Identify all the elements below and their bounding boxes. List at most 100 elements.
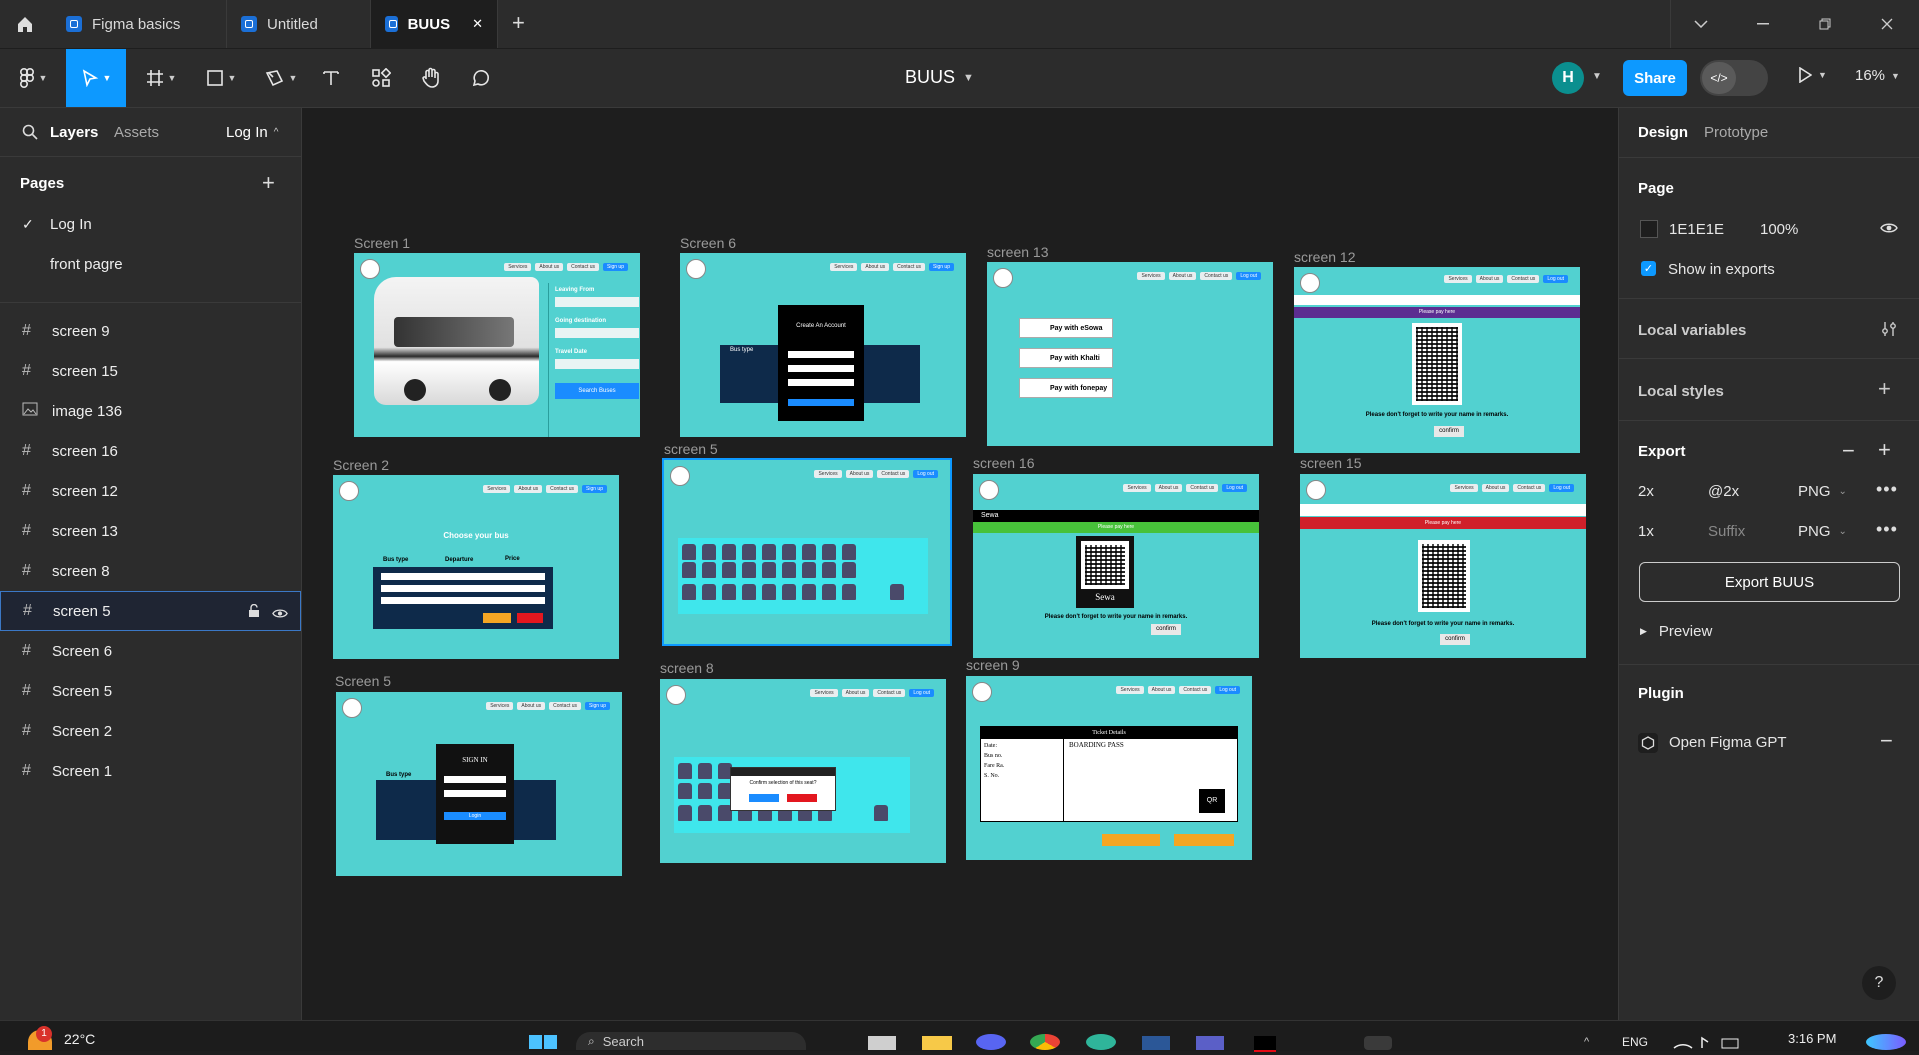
preview-toggle[interactable]: ▶ Preview bbox=[1640, 623, 1712, 640]
layer-item[interactable]: # Screen 5 bbox=[0, 671, 301, 711]
frame-screen-13[interactable]: Services About us Contact us Log out Pay wi… bbox=[987, 262, 1273, 446]
dev-mode-toggle[interactable]: </> bbox=[1700, 60, 1768, 96]
zoom-menu[interactable]: 16% ▼ bbox=[1855, 67, 1900, 84]
window-close-icon[interactable] bbox=[1856, 0, 1918, 48]
frame-screen-15[interactable]: Services About us Contact us Log out Please… bbox=[1300, 474, 1586, 658]
current-page-menu[interactable]: Log In ^ bbox=[226, 124, 278, 141]
frame-screen-5-selected[interactable]: Services About us Contact us Log out bbox=[662, 458, 952, 646]
export-suffix[interactable]: @2x bbox=[1708, 483, 1739, 500]
variables-icon[interactable] bbox=[1880, 320, 1898, 343]
page-color-value[interactable]: 1E1E1E bbox=[1669, 221, 1724, 238]
export-format-select[interactable]: PNG ⌄ bbox=[1798, 523, 1847, 540]
page-item-log-in[interactable]: ✓ Log In bbox=[0, 204, 301, 244]
wifi-icon[interactable] bbox=[1672, 1034, 1742, 1050]
frame-label[interactable]: screen 5 bbox=[664, 441, 718, 457]
tab-untitled[interactable]: Untitled bbox=[227, 0, 371, 48]
hand-tool-button[interactable] bbox=[416, 49, 446, 107]
add-export-icon[interactable]: + bbox=[1878, 437, 1891, 463]
figma-taskbar-icon[interactable] bbox=[1364, 1036, 1392, 1050]
word-icon[interactable] bbox=[1142, 1036, 1170, 1050]
page-opacity-value[interactable]: 100% bbox=[1760, 221, 1798, 238]
export-suffix[interactable]: Suffix bbox=[1708, 523, 1745, 540]
file-name-menu[interactable]: BUUS ▼ bbox=[905, 67, 974, 88]
discord-icon[interactable] bbox=[976, 1034, 1006, 1050]
frame-screen-8[interactable]: Services About us Contact us Log out Confir… bbox=[660, 679, 946, 863]
teams-icon[interactable] bbox=[1196, 1036, 1224, 1050]
layer-item[interactable]: # screen 9 bbox=[0, 311, 301, 351]
add-style-icon[interactable]: + bbox=[1878, 376, 1891, 402]
new-tab-icon[interactable]: + bbox=[512, 10, 525, 36]
clock[interactable]: 3:16 PM bbox=[1788, 1031, 1836, 1046]
layer-item[interactable]: image 136 bbox=[0, 391, 301, 431]
frame-label[interactable]: screen 8 bbox=[660, 660, 714, 676]
layer-item[interactable]: # screen 15 bbox=[0, 351, 301, 391]
windows-start-icon[interactable] bbox=[528, 1034, 558, 1050]
frame-label[interactable]: screen 13 bbox=[987, 244, 1048, 260]
remove-plugin-icon[interactable]: − bbox=[1880, 728, 1893, 754]
layer-item[interactable]: # screen 5 bbox=[0, 591, 301, 631]
tab-figma-basics[interactable]: Figma basics bbox=[52, 0, 227, 48]
eye-icon[interactable] bbox=[272, 606, 288, 623]
chevron-up-icon[interactable]: ^ bbox=[1584, 1036, 1589, 1048]
tab-design[interactable]: Design bbox=[1638, 124, 1688, 141]
frame-label[interactable]: Screen 1 bbox=[354, 235, 410, 251]
close-icon[interactable]: ✕ bbox=[472, 16, 483, 32]
more-options-icon[interactable]: ••• bbox=[1876, 479, 1898, 500]
minimize-icon[interactable] bbox=[1732, 0, 1794, 48]
home-icon[interactable] bbox=[0, 0, 50, 48]
tab-prototype[interactable]: Prototype bbox=[1704, 124, 1768, 141]
frame-screen-6[interactable]: Services About us Contact us Sign up Bus ty… bbox=[680, 253, 966, 437]
frame-label[interactable]: Screen 6 bbox=[680, 235, 736, 251]
resources-button[interactable] bbox=[366, 49, 396, 107]
frame-screen-12[interactable]: Services About us Contact us Log out Please… bbox=[1294, 267, 1580, 453]
layer-item[interactable]: # Screen 1 bbox=[0, 751, 301, 791]
frame-label[interactable]: screen 15 bbox=[1300, 455, 1361, 471]
page-color-swatch[interactable] bbox=[1640, 220, 1658, 238]
add-page-icon[interactable]: + bbox=[262, 170, 275, 196]
layer-item[interactable]: # Screen 6 bbox=[0, 631, 301, 671]
tab-assets[interactable]: Assets bbox=[114, 124, 159, 141]
move-tool-button[interactable]: ▼ bbox=[66, 49, 126, 107]
task-view-icon[interactable] bbox=[868, 1036, 896, 1050]
local-variables-heading[interactable]: Local variables bbox=[1638, 322, 1746, 339]
text-tool-button[interactable] bbox=[316, 49, 346, 107]
more-options-icon[interactable]: ••• bbox=[1876, 519, 1898, 540]
frame-screen-2[interactable]: Services About us Contact us Sign up Choose… bbox=[333, 475, 619, 659]
present-button[interactable]: ▼ bbox=[1798, 67, 1827, 83]
shape-tool-button[interactable]: ▼ bbox=[198, 49, 244, 107]
comment-tool-button[interactable] bbox=[466, 49, 496, 107]
avatar[interactable]: H bbox=[1552, 62, 1584, 94]
frame-screen-1[interactable]: Services About us Contact us Sign up Leavin… bbox=[354, 253, 640, 437]
tab-layers[interactable]: Layers bbox=[50, 124, 98, 141]
chevron-down-icon[interactable]: ▼ bbox=[1592, 71, 1602, 82]
layer-item[interactable]: # screen 16 bbox=[0, 431, 301, 471]
main-menu-button[interactable]: ▼ bbox=[10, 49, 56, 107]
language-indicator[interactable]: ENG bbox=[1622, 1035, 1648, 1049]
taskbar-search[interactable]: ⌕ Search bbox=[576, 1032, 806, 1050]
frame-screen-16[interactable]: Services About us Contact us Log out Sewa P… bbox=[973, 474, 1259, 658]
chrome-icon[interactable] bbox=[1030, 1034, 1060, 1050]
pen-tool-button[interactable]: ▼ bbox=[258, 49, 304, 107]
unlock-icon[interactable] bbox=[248, 603, 260, 622]
search-icon[interactable] bbox=[22, 124, 38, 145]
export-format-select[interactable]: PNG ⌄ bbox=[1798, 483, 1847, 500]
frame-label[interactable]: Screen 2 bbox=[333, 457, 389, 473]
export-button[interactable]: Export BUUS bbox=[1639, 562, 1900, 602]
edge-icon[interactable] bbox=[1086, 1034, 1116, 1050]
chevron-down-icon[interactable] bbox=[1670, 0, 1732, 48]
help-button[interactable]: ? bbox=[1862, 966, 1896, 1000]
remove-export-icon[interactable]: − bbox=[1842, 438, 1855, 464]
eye-icon[interactable] bbox=[1880, 221, 1898, 239]
frame-label[interactable]: screen 12 bbox=[1294, 249, 1355, 265]
frame-label[interactable]: screen 16 bbox=[973, 455, 1034, 471]
frame-label[interactable]: Screen 5 bbox=[335, 673, 391, 689]
show-in-exports-checkbox[interactable]: ✓ bbox=[1641, 261, 1656, 276]
restore-icon[interactable] bbox=[1794, 0, 1856, 48]
frame-screen-9[interactable]: Services About us Contact us Log out Ticket… bbox=[966, 676, 1252, 860]
share-button[interactable]: Share bbox=[1623, 60, 1687, 96]
layer-item[interactable]: # Screen 2 bbox=[0, 711, 301, 751]
layer-item[interactable]: # screen 8 bbox=[0, 551, 301, 591]
tab-buus[interactable]: BUUS ✕ bbox=[371, 0, 498, 48]
layer-item[interactable]: # screen 12 bbox=[0, 471, 301, 511]
page-item-front-pagre[interactable]: front pagre bbox=[0, 244, 301, 284]
